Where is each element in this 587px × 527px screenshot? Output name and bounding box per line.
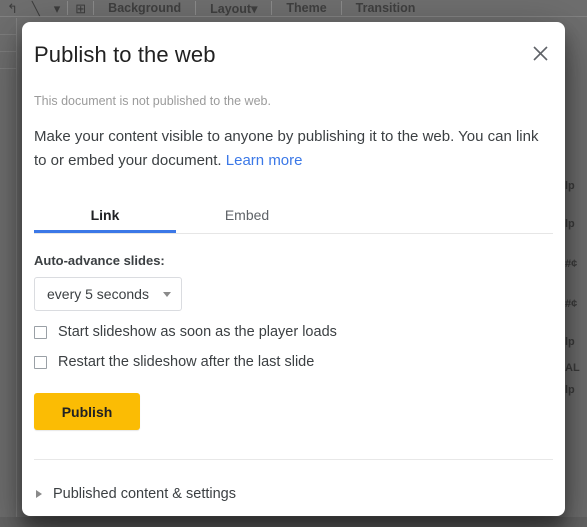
toolbar-item-layout[interactable]: Layout▾: [196, 1, 271, 16]
background-text-fragment: #¢: [565, 298, 578, 310]
toolbar-item-layout-label: Layout: [210, 1, 252, 16]
checkbox-restart-slideshow-label: Restart the slideshow after the last sli…: [58, 354, 315, 370]
chevron-right-icon: [36, 490, 42, 498]
background-text-fragment: AL: [565, 362, 580, 374]
background-text-fragment: lp: [565, 336, 575, 348]
published-content-settings-label: Published content & settings: [53, 486, 236, 502]
checkbox-start-slideshow[interactable]: [34, 326, 47, 339]
add-slide-icon[interactable]: ⊞: [68, 2, 93, 15]
checkbox-start-slideshow-label: Start slideshow as soon as the player lo…: [58, 324, 337, 340]
dialog-body: This document is not published to the we…: [22, 84, 565, 516]
background-left-slide-strip: [0, 18, 17, 527]
line-tool-icon[interactable]: ╲: [25, 2, 47, 15]
tab-embed[interactable]: Embed: [176, 199, 318, 233]
checkbox-restart-slideshow[interactable]: [34, 356, 47, 369]
publish-status-text: This document is not published to the we…: [34, 94, 271, 108]
published-content-settings-expander[interactable]: Published content & settings: [34, 486, 553, 502]
dialog-title: Publish to the web: [34, 42, 216, 67]
chevron-down-icon: [162, 291, 171, 297]
background-text-fragment: #¢: [565, 258, 578, 270]
close-button[interactable]: [524, 37, 556, 69]
background-text-fragment: lp: [565, 384, 575, 396]
toolbar-item-background[interactable]: Background: [94, 1, 195, 15]
caret-down-icon[interactable]: ▾: [47, 2, 68, 15]
publish-to-web-dialog: Publish to the web This document is not …: [22, 22, 565, 516]
dialog-tabs: Link Embed: [34, 199, 553, 234]
background-right-panel: lp lp #¢ #¢ lp AL lp: [563, 18, 587, 527]
background-toolbar: ↰ ╲ ▾ ⊞ Background Layout▾ Theme Transit…: [0, 0, 587, 17]
tab-link[interactable]: Link: [34, 199, 176, 233]
background-strip-row: [0, 52, 16, 69]
publish-button[interactable]: Publish: [34, 393, 140, 430]
background-text-fragment: lp: [565, 180, 575, 192]
background-strip-row: [0, 35, 16, 52]
footer-divider: [34, 459, 553, 460]
auto-advance-interval-value: every 5 seconds: [47, 286, 149, 302]
auto-advance-label: Auto-advance slides:: [34, 253, 165, 268]
auto-advance-interval-select[interactable]: every 5 seconds: [34, 277, 182, 311]
checkbox-row-start-slideshow[interactable]: Start slideshow as soon as the player lo…: [34, 324, 553, 341]
toolbar-item-theme[interactable]: Theme: [272, 1, 340, 15]
background-strip-row: [0, 18, 16, 35]
learn-more-link[interactable]: Learn more: [226, 152, 303, 169]
dialog-header: Publish to the web: [22, 22, 565, 88]
dialog-description: Make your content visible to anyone by p…: [34, 109, 546, 173]
undo-arrow-icon[interactable]: ↰: [0, 2, 25, 15]
checkbox-row-restart-slideshow[interactable]: Restart the slideshow after the last sli…: [34, 354, 553, 371]
chevron-down-icon: ▾: [251, 1, 258, 16]
background-text-fragment: lp: [565, 218, 575, 230]
toolbar-item-transition[interactable]: Transition: [342, 1, 430, 15]
close-icon: [532, 45, 548, 61]
background-bottom-bar: [0, 517, 587, 527]
